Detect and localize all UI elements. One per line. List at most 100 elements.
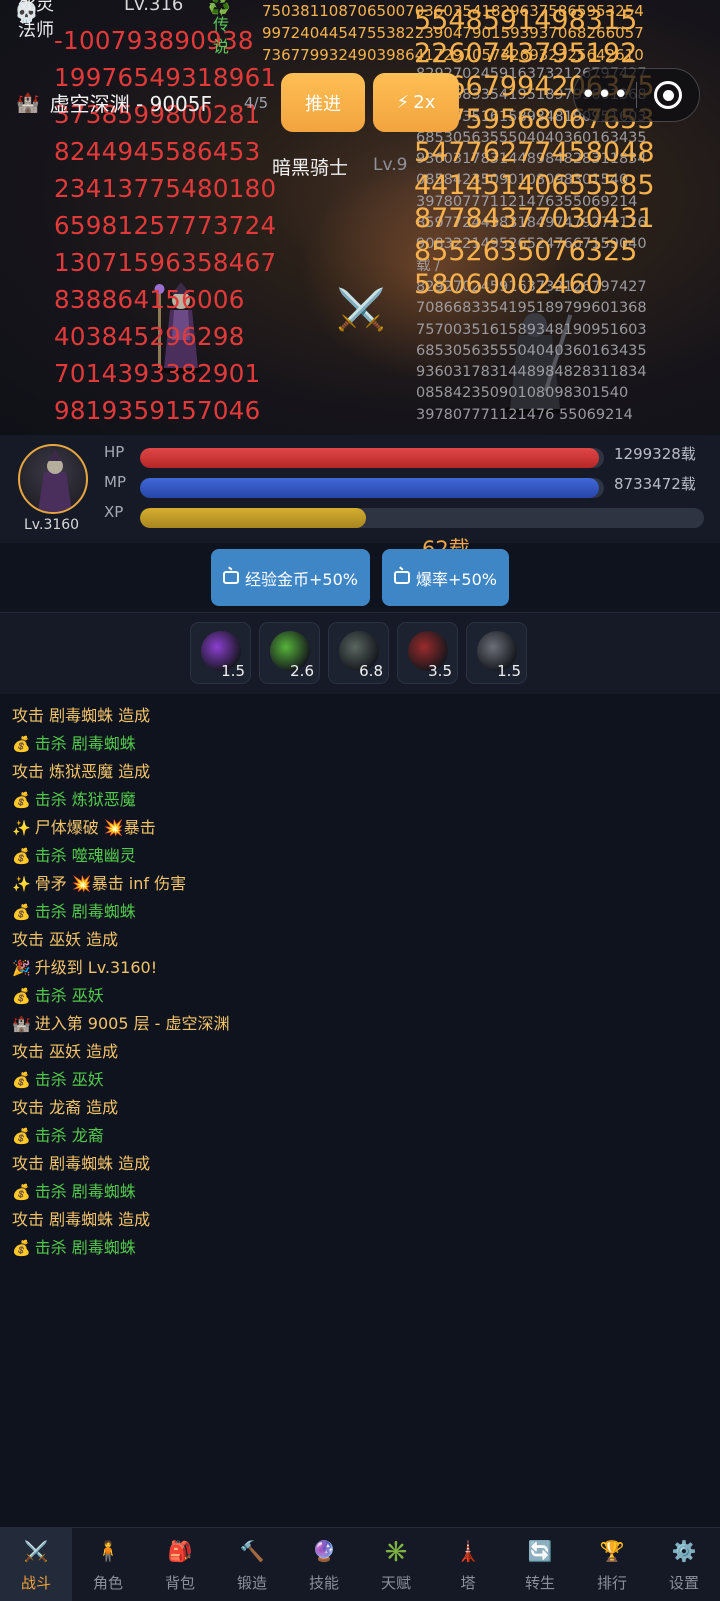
damage-text-orange-big: 55485914983​15 22607437951​92 8866799420… [414,5,655,300]
exp-gold-buff-button[interactable]: 经验金币+50% [211,549,370,606]
mp-bar-fill [140,478,600,498]
log-line: 💰 击杀 剧毒蜘蛛 [12,1178,712,1206]
hp-bar [140,448,604,468]
log-line: 攻击 炼狱恶魔 造成 [12,758,712,786]
nav-item-0[interactable]: ⚔️ 战斗 [0,1528,72,1601]
more-options-icon[interactable]: ••• [574,70,636,120]
log-line: ✨ 尸体爆破 💥暴击 [12,814,712,842]
nav-label: 塔 [460,1574,476,1592]
hero-class-name: 死灵法师 [18,0,54,41]
log-text: 尸体爆破 💥暴击 [34,818,156,837]
mp-label: MP [104,473,126,491]
log-text: 击杀 巫妖 [34,1070,104,1089]
log-emoji-icon: ✨ [12,875,31,893]
drop-rate-buff-button[interactable]: 爆率+50% [382,549,509,606]
log-text: 攻击 剧毒蜘蛛 造成 [12,1154,151,1173]
skill-slot-3[interactable]: 6.8 [328,622,389,684]
skill-icon: 🔮 [311,1539,337,1563]
enemy-level: Lv.9 [373,155,408,175]
skill-slot-4[interactable]: 3.5 [397,622,458,684]
nav-item-8[interactable]: 🏆 排行 [576,1528,648,1601]
character-icon: 🧍 [95,1539,121,1563]
lightning-icon: ⚡ [396,92,410,113]
nav-item-1[interactable]: 🧍 角色 [72,1528,144,1601]
nav-item-7[interactable]: 🔄 转生 [504,1528,576,1601]
rarity-tag: 传说 [213,15,230,56]
tv-icon [223,571,239,584]
log-text: 击杀 剧毒蜘蛛 [34,1238,136,1257]
battle-log: 攻击 剧毒蜘蛛 造成 💰 击杀 剧毒蜘蛛 攻击 炼狱恶魔 造成 💰 击杀 炼狱恶魔 ✨ 尸体爆… [12,702,712,1262]
xp-bar-fill [140,508,366,528]
forge-icon: 🔨 [239,1539,265,1563]
log-text: 攻击 剧毒蜘蛛 造成 [12,1210,151,1229]
push-button[interactable]: 推进 [281,73,365,132]
skill-slot-2[interactable]: 2.6 [259,622,320,684]
buff-label: 经验金币+50% [245,569,358,589]
nav-label: 战斗 [20,1574,51,1592]
hero-level: Lv.316 [124,0,184,15]
log-line: 💰 击杀 剧毒蜘蛛 [12,1234,712,1262]
avatar[interactable] [18,444,88,514]
nav-item-2[interactable]: 🎒 背包 [144,1528,216,1601]
hp-bar-fill [140,448,600,468]
zone-indicator: 🏰 虚空深渊 - 9005F [16,88,212,117]
xp-label: XP [104,503,124,521]
nav-item-6[interactable]: 🗼 塔 [432,1528,504,1601]
skill-cooldown: 1.5 [497,662,521,680]
log-line: 攻击 巫妖 造成 [12,926,712,954]
log-emoji-icon: 🏰 [12,1015,31,1033]
nav-item-3[interactable]: 🔨 锻造 [216,1528,288,1601]
zone-progress: 4/5 [244,94,269,112]
tv-icon [394,571,410,584]
status-panel: Lv.3160 HP 1299328载 MP 8733472载 XP [0,435,720,543]
log-text: 击杀 剧毒蜘蛛 [34,734,136,753]
mini-program-capsule: ••• [573,68,700,122]
xp-bar [140,508,704,528]
log-emoji-icon: 💰 [12,1127,31,1145]
log-line: ✨ 骨矛 💥暴击 inf 伤害 [12,870,712,898]
log-line: 攻击 剧毒蜘蛛 造成 [12,1150,712,1178]
settings-icon: ⚙️ [671,1539,697,1563]
log-emoji-icon: 💰 [12,1239,31,1257]
close-target-icon[interactable] [637,81,699,109]
hp-value: 1299328载 [614,445,696,463]
log-line: 攻击 剧毒蜘蛛 造成 [12,702,712,730]
nav-label: 锻造 [236,1574,267,1592]
log-text: 击杀 噬魂幽灵 [34,846,136,865]
nav-label: 天赋 [380,1574,411,1592]
skill-slot-5[interactable]: 1.5 [466,622,527,684]
skill-cooldown: 3.5 [428,662,452,680]
log-line: 💰 击杀 巫妖 [12,982,712,1010]
nav-label: 排行 [596,1574,627,1592]
crossed-swords-icon: ⚔️ [23,1539,49,1563]
log-text: 升级到 Lv.3160! [34,958,158,977]
log-emoji-icon: 💰 [12,1183,31,1201]
talent-icon: ✳️ [383,1539,409,1563]
nav-item-4[interactable]: 🔮 技能 [288,1528,360,1601]
log-line: 💰 击杀 巫妖 [12,1066,712,1094]
log-emoji-icon: 💰 [12,987,31,1005]
log-emoji-icon: 💰 [12,847,31,865]
log-line: 🏰 进入第 9005 层 - 虚空深渊 [12,1010,712,1038]
mp-bar [140,478,604,498]
nav-item-9[interactable]: ⚙️ 设置 [648,1528,720,1601]
damage-text-red: -10079389093​8 19976549318961 3738599800… [54,26,277,425]
nav-item-5[interactable]: ✳️ 天赋 [360,1528,432,1601]
log-emoji-icon: 💰 [12,1071,31,1089]
backpack-icon: 🎒 [167,1539,193,1563]
log-text: 击杀 剧毒蜘蛛 [34,902,136,921]
mp-value: 8733472载 [614,475,696,493]
log-line: 攻击 巫妖 造成 [12,1038,712,1066]
bottom-navigation: ⚔️ 战斗 🧍 角色 🎒 背包 🔨 锻造 🔮 技能 ✳️ 天赋 🗼 塔 🔄 转生 🏆 排行 ⚙️ 设置 [0,1527,720,1601]
log-emoji-icon: 💰 [12,903,31,921]
nav-label: 背包 [164,1574,195,1592]
battle-scene: ⚔️ 7503811087065007036035418296375865953… [0,0,720,435]
avatar-portrait-icon [38,450,72,512]
skill-bar: 1.5 2.6 6.8 3.5 1.5 [0,612,720,694]
nav-label: 角色 [92,1574,123,1592]
skill-slot-1[interactable]: 1.5 [190,622,251,684]
log-text: 进入第 9005 层 - 虚空深渊 [34,1014,230,1033]
log-text: 击杀 巫妖 [34,986,104,1005]
speed-button[interactable]: ⚡ 2x [373,73,459,132]
nav-label: 设置 [668,1574,699,1592]
